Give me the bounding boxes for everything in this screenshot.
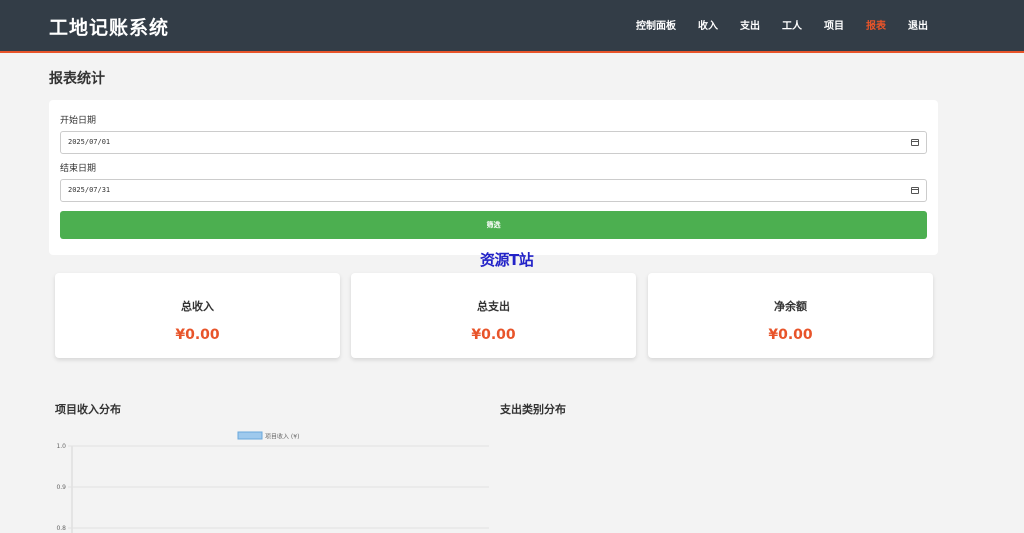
stat-card-total-income: 总收入 ¥0.00 xyxy=(55,273,340,358)
stat-card-total-expense: 总支出 ¥0.00 xyxy=(351,273,636,358)
end-date-input[interactable]: 2025/07/31 xyxy=(60,179,927,202)
legend-label: 项目收入 (¥) xyxy=(265,433,299,441)
filter-button[interactable]: 筛选 xyxy=(60,211,927,239)
project-income-chart: 项目收入 (¥) 1.0 0.9 0.8 xyxy=(56,431,489,533)
nav-item-dashboard[interactable]: 控制面板 xyxy=(636,17,676,32)
app-title: 工地记账系统 xyxy=(49,17,170,39)
expense-category-title: 支出类别分布 xyxy=(500,403,566,416)
stat-label: 总收入 xyxy=(181,300,214,313)
filter-card: 开始日期 2025/07/01 结束日期 2025/07/31 筛选 xyxy=(49,100,938,255)
start-date-label: 开始日期 xyxy=(60,116,97,126)
end-date-value: 2025/07/31 xyxy=(68,186,111,194)
nav-item-workers[interactable]: 工人 xyxy=(782,17,802,32)
nav-item-reports[interactable]: 报表 xyxy=(866,17,886,32)
stat-card-net-balance: 净余额 ¥0.00 xyxy=(648,273,933,358)
y-tick-label: 1.0 xyxy=(56,443,66,450)
y-tick-label: 0.8 xyxy=(56,525,66,532)
calendar-icon[interactable] xyxy=(911,139,919,146)
calendar-icon[interactable] xyxy=(911,187,919,194)
nav-item-expense[interactable]: 支出 xyxy=(740,17,760,32)
stat-value: ¥0.00 xyxy=(768,327,813,343)
nav-item-income[interactable]: 收入 xyxy=(698,17,718,32)
start-date-input[interactable]: 2025/07/01 xyxy=(60,131,927,154)
y-tick-label: 0.9 xyxy=(56,484,66,491)
end-date-label: 结束日期 xyxy=(60,164,97,174)
stat-label: 总支出 xyxy=(477,300,510,313)
main-nav: 控制面板 收入 支出 工人 项目 报表 退出 xyxy=(636,17,928,32)
start-date-value: 2025/07/01 xyxy=(68,138,111,146)
stat-value: ¥0.00 xyxy=(471,327,516,343)
nav-item-logout[interactable]: 退出 xyxy=(908,17,928,32)
nav-item-projects[interactable]: 项目 xyxy=(824,17,844,32)
legend-swatch[interactable] xyxy=(237,431,263,440)
top-navbar: 工地记账系统 控制面板 收入 支出 工人 项目 报表 退出 xyxy=(0,0,1024,53)
project-income-title: 项目收入分布 xyxy=(55,403,121,416)
watermark-text: 资源T站 xyxy=(480,251,534,269)
stat-value: ¥0.00 xyxy=(175,327,220,343)
stat-label: 净余额 xyxy=(774,300,807,313)
page-title: 报表统计 xyxy=(49,71,105,87)
